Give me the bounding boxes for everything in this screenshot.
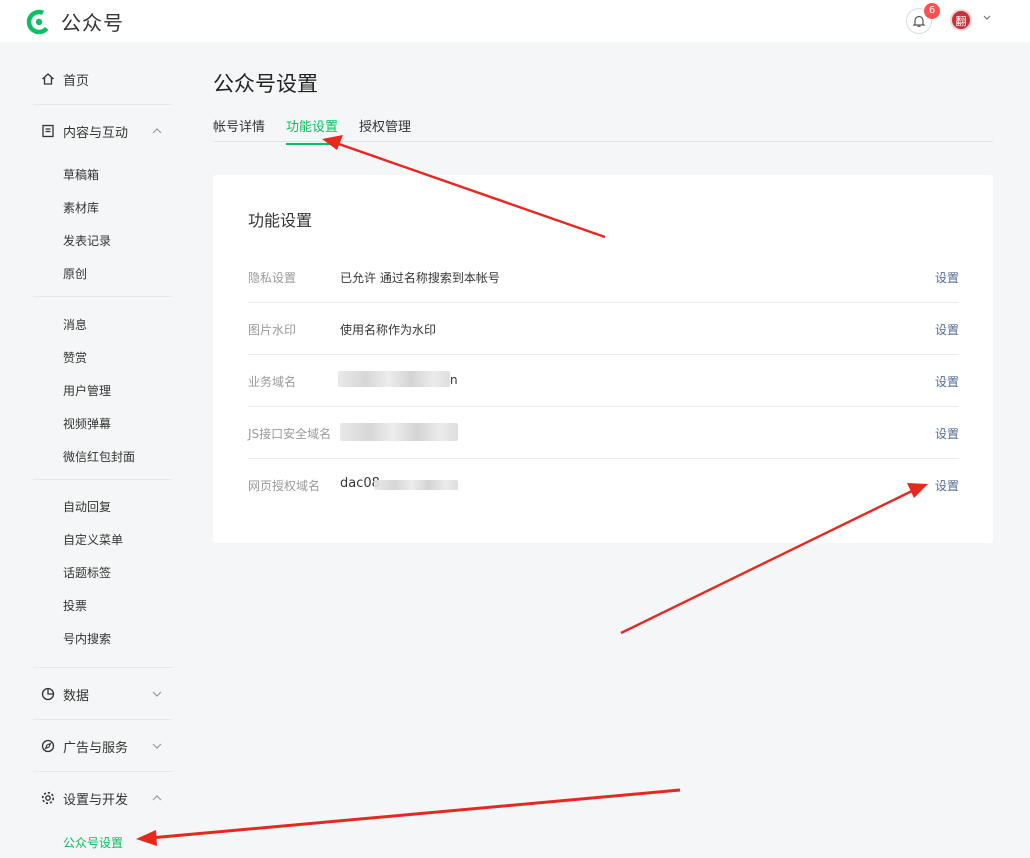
redacted-value <box>338 371 450 387</box>
tab-account-details[interactable]: 帐号详情 <box>213 116 265 143</box>
setting-label: 业务域名 <box>248 375 297 389</box>
privacy-settings-link[interactable]: 设置 <box>935 269 959 286</box>
watermark-settings-link[interactable]: 设置 <box>935 321 959 338</box>
sidebar-item-original[interactable]: 原创 <box>63 265 87 282</box>
sidebar-item-content[interactable]: 内容与互动 <box>33 116 171 146</box>
divider <box>33 104 171 105</box>
sidebar-item-label: 首页 <box>63 74 90 89</box>
sidebar-item-label: 数据 <box>63 689 90 704</box>
sidebar-item-users[interactable]: 用户管理 <box>63 382 111 399</box>
feature-settings-card: 功能设置 隐私设置 已允许 通过名称搜索到本帐号 设置 图片水印 使用名称作为水… <box>213 175 993 543</box>
sidebar-item-publish-records[interactable]: 发表记录 <box>63 232 111 249</box>
document-icon <box>42 124 54 138</box>
compass-icon <box>41 739 55 753</box>
pie-chart-icon <box>41 687 55 701</box>
sidebar-item-messages[interactable]: 消息 <box>63 316 87 333</box>
chevron-down-icon[interactable] <box>982 12 992 22</box>
chevron-down-icon <box>152 691 162 697</box>
sidebar-item-custom-menu[interactable]: 自定义菜单 <box>63 531 123 548</box>
sidebar-item-home[interactable]: 首页 <box>33 64 171 94</box>
app-name: 公众号 <box>61 11 124 35</box>
annotation-arrow-sidebar <box>136 788 681 846</box>
business-domain-settings-link[interactable]: 设置 <box>935 373 959 390</box>
setting-row-oauth-domain: 网页授权域名 dac08 设置 <box>248 459 959 511</box>
logo[interactable]: 公众号 <box>26 7 124 36</box>
bell-icon <box>912 15 926 27</box>
divider <box>33 719 171 720</box>
sidebar-item-drafts[interactable]: 草稿箱 <box>63 166 99 183</box>
notification-badge: 6 <box>924 3 940 19</box>
sidebar-item-label: 内容与互动 <box>63 126 129 141</box>
setting-label: 图片水印 <box>248 323 297 337</box>
sidebar-item-account-settings[interactable]: 公众号设置 <box>63 834 123 851</box>
setting-label: JS接口安全域名 <box>248 427 332 441</box>
setting-row-watermark: 图片水印 使用名称作为水印 设置 <box>248 303 959 355</box>
chevron-up-icon <box>152 795 162 801</box>
setting-value: 使用名称作为水印 <box>340 323 437 337</box>
setting-row-privacy: 隐私设置 已允许 通过名称搜索到本帐号 设置 <box>248 251 959 303</box>
sidebar-item-in-account-search[interactable]: 号内搜索 <box>63 630 111 647</box>
divider <box>33 479 171 480</box>
gear-icon <box>41 791 55 805</box>
setting-value: n <box>450 373 458 387</box>
setting-row-business-domain: 业务域名 n 设置 <box>248 355 959 407</box>
sidebar-item-red-packet-cover[interactable]: 微信红包封面 <box>63 448 135 465</box>
setting-label: 网页授权域名 <box>248 479 321 493</box>
sidebar-item-ads-services[interactable]: 广告与服务 <box>33 731 171 761</box>
chevron-down-icon <box>152 743 162 749</box>
divider <box>33 667 171 668</box>
chevron-up-icon <box>152 128 162 134</box>
setting-row-js-domain: JS接口安全域名 设置 <box>248 407 959 459</box>
sidebar: 首页 内容与互动 草稿箱 素材库 发表记录 原创 消息 赞赏 用户管理 视频弹幕… <box>33 42 171 858</box>
tab-bar: 帐号详情 功能设置 授权管理 <box>213 116 993 145</box>
tab-feature-settings[interactable]: 功能设置 <box>286 116 339 145</box>
page-title: 公众号设置 <box>213 72 318 96</box>
sidebar-item-label: 广告与服务 <box>63 741 129 756</box>
sidebar-item-video-danmaku[interactable]: 视频弹幕 <box>63 415 111 432</box>
divider <box>33 771 171 772</box>
sidebar-item-materials[interactable]: 素材库 <box>63 199 99 216</box>
top-bar: 公众号 6 翻 <box>0 0 1030 42</box>
js-domain-settings-link[interactable]: 设置 <box>935 425 959 442</box>
redacted-value <box>374 480 458 490</box>
sidebar-item-data[interactable]: 数据 <box>33 679 171 709</box>
sidebar-item-settings-dev[interactable]: 设置与开发 <box>33 783 171 813</box>
card-title: 功能设置 <box>248 211 313 230</box>
setting-label: 隐私设置 <box>248 271 297 285</box>
sidebar-item-label: 设置与开发 <box>63 793 129 808</box>
home-icon <box>42 73 54 85</box>
divider <box>33 296 171 297</box>
oauth-domain-settings-link[interactable]: 设置 <box>935 477 959 494</box>
avatar[interactable]: 翻 <box>950 9 972 31</box>
sidebar-item-rewards[interactable]: 赞赏 <box>63 349 87 366</box>
sidebar-item-vote[interactable]: 投票 <box>63 597 87 614</box>
redacted-value <box>340 423 458 441</box>
setting-value: 已允许 通过名称搜索到本帐号 <box>340 271 500 285</box>
sidebar-item-topic-tags[interactable]: 话题标签 <box>63 564 111 581</box>
tab-authorization[interactable]: 授权管理 <box>359 116 411 143</box>
sidebar-item-auto-reply[interactable]: 自动回复 <box>63 498 111 515</box>
logo-icon <box>26 9 52 34</box>
